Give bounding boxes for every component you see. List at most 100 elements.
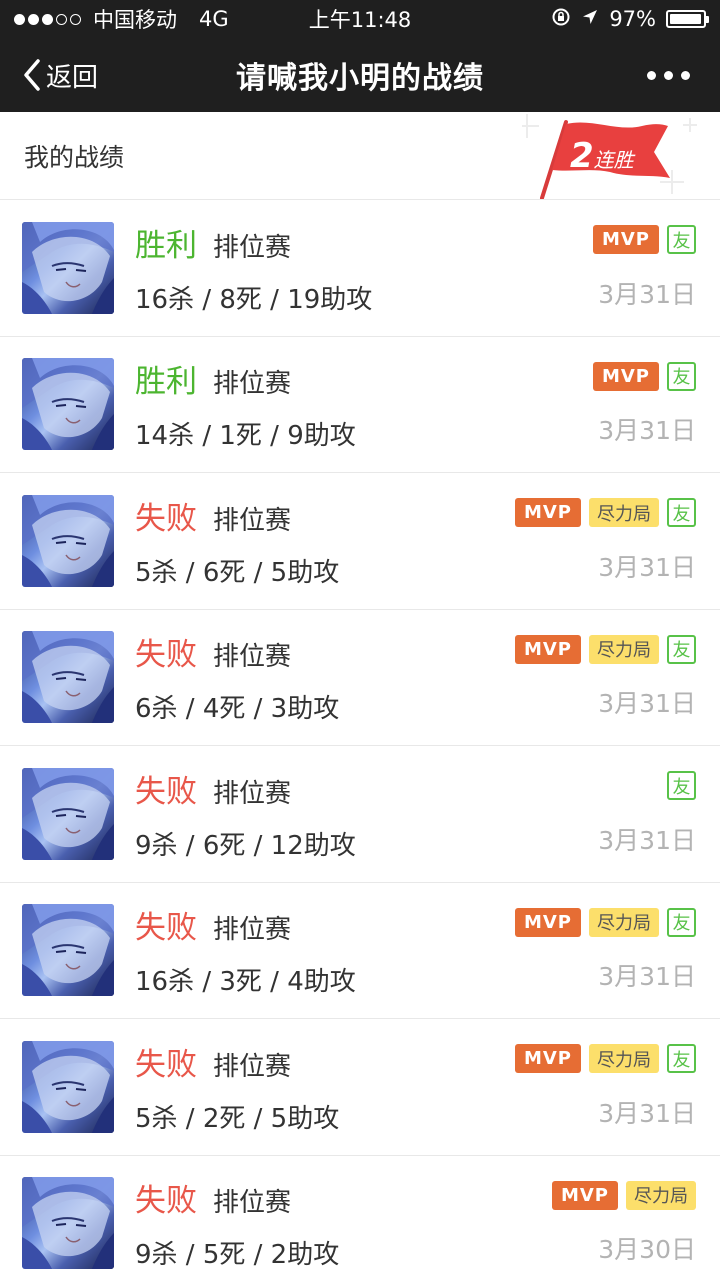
mvp-badge: MVP — [552, 1180, 618, 1210]
match-meta: MVP 尽力局友 3月31日 — [515, 610, 696, 746]
match-headline: 失败 排位赛 — [135, 766, 356, 811]
match-meta: MVP 尽力局友 3月31日 — [515, 883, 696, 1019]
match-mode: 排位赛 — [213, 505, 292, 536]
match-row[interactable]: 胜利 排位赛 16杀 / 8死 / 19助攻 MVP 友 3月31日 — [0, 200, 720, 337]
match-date: 3月31日 — [598, 825, 696, 855]
match-list: 胜利 排位赛 16杀 / 8死 / 19助攻 MVP 友 3月31日 胜利 排位… — [0, 200, 720, 1280]
status-bar-right: 97% — [551, 7, 709, 32]
mvp-badge: MVP — [515, 907, 581, 937]
mvp-badge: MVP — [515, 634, 581, 664]
match-row[interactable]: 失败 排位赛 6杀 / 4死 / 3助攻 MVP 尽力局友 3月31日 — [0, 610, 720, 746]
hero-avatar — [22, 1177, 114, 1270]
friend-badge: 友 — [667, 907, 696, 937]
hero-avatar — [22, 221, 114, 314]
match-result: 失败 — [135, 637, 197, 674]
location-arrow-icon — [581, 7, 599, 31]
hero-avatar — [22, 1040, 114, 1133]
match-headline: 失败 排位赛 — [135, 902, 356, 947]
streak-text: 2 连胜 — [570, 136, 634, 176]
match-mode: 排位赛 — [213, 642, 292, 673]
back-button[interactable]: 返回 — [0, 38, 98, 112]
kda-stats: 9杀 / 5死 / 2助攻 — [135, 1240, 340, 1271]
kda-stats: 16杀 / 8死 / 19助攻 — [135, 284, 373, 315]
match-row[interactable]: 失败 排位赛 9杀 / 5死 / 2助攻 MVP 尽力局 3月30日 — [0, 1156, 720, 1280]
match-row[interactable]: 失败 排位赛 5杀 / 2死 / 5助攻 MVP 尽力局友 3月31日 — [0, 1019, 720, 1156]
match-headline: 失败 排位赛 — [135, 1175, 339, 1220]
match-headline: 失败 排位赛 — [135, 629, 339, 674]
match-date: 3月30日 — [598, 1235, 696, 1265]
match-tags: MVP 友 — [593, 225, 696, 255]
match-tags: MVP 尽力局 — [552, 1180, 696, 1210]
match-info: 失败 排位赛 6杀 / 4死 / 3助攻 — [135, 629, 339, 725]
match-info: 失败 排位赛 5杀 / 6死 / 5助攻 — [135, 493, 339, 589]
match-mode: 排位赛 — [213, 778, 292, 809]
match-row[interactable]: 失败 排位赛 9杀 / 6死 / 12助攻 友 3月31日 — [0, 746, 720, 883]
carrier-name: 中国移动 — [93, 8, 177, 32]
match-info: 失败 排位赛 16杀 / 3死 / 4助攻 — [135, 902, 356, 998]
match-meta: MVP 尽力局友 3月31日 — [515, 1019, 696, 1155]
mvp-badge: MVP — [593, 361, 659, 391]
friend-badge: 友 — [667, 361, 696, 391]
friend-badge: 友 — [667, 1044, 696, 1074]
status-bar: 中国移动 4G 上午11:48 97% — [0, 0, 720, 38]
match-mode: 排位赛 — [213, 1051, 292, 1082]
section-title: 我的战绩 — [24, 142, 125, 172]
match-result: 失败 — [135, 773, 197, 810]
battery-level — [670, 14, 702, 24]
back-label: 返回 — [46, 62, 99, 93]
match-result: 失败 — [135, 1183, 197, 1220]
match-row[interactable]: 失败 排位赛 5杀 / 6死 / 5助攻 MVP 尽力局友 3月31日 — [0, 473, 720, 610]
network-type: 4G — [199, 7, 229, 31]
match-headline: 失败 排位赛 — [135, 493, 339, 538]
page-title: 请喊我小明的战绩 — [236, 61, 484, 96]
status-bar-left: 中国移动 4G — [14, 4, 229, 34]
friend-badge: 友 — [667, 225, 696, 255]
match-date: 3月31日 — [598, 1098, 696, 1128]
match-row[interactable]: 失败 排位赛 16杀 / 3死 / 4助攻 MVP 尽力局友 3月31日 — [0, 883, 720, 1019]
match-mode: 排位赛 — [213, 1188, 292, 1219]
section-header: 我的战绩 2 连胜 — [0, 112, 720, 200]
hero-avatar — [22, 631, 114, 724]
kda-stats: 5杀 / 2死 / 5助攻 — [135, 1103, 340, 1134]
hero-avatar — [22, 494, 114, 587]
match-tags: MVP 尽力局友 — [515, 907, 696, 937]
match-date: 3月31日 — [598, 962, 696, 992]
mvp-badge: MVP — [593, 225, 659, 255]
match-mode: 排位赛 — [213, 232, 292, 263]
match-date: 3月31日 — [598, 552, 696, 582]
match-tags: MVP 尽力局友 — [515, 634, 696, 664]
match-info: 失败 排位赛 5杀 / 2死 / 5助攻 — [135, 1039, 339, 1135]
streak-label: 连胜 — [593, 148, 634, 172]
effort-badge: 尽力局 — [626, 1180, 696, 1210]
friend-badge: 友 — [667, 771, 696, 801]
app-screen: 中国移动 4G 上午11:48 97% 返回 请喊我小明的战绩 我的战绩 2 连… — [0, 0, 720, 1280]
match-info: 胜利 排位赛 14杀 / 1死 / 9助攻 — [135, 356, 356, 452]
friend-badge: 友 — [667, 634, 696, 664]
match-row[interactable]: 胜利 排位赛 14杀 / 1死 / 9助攻 MVP 友 3月31日 — [0, 337, 720, 473]
kda-stats: 5杀 / 6死 / 5助攻 — [135, 557, 340, 588]
kda-stats: 14杀 / 1死 / 9助攻 — [135, 421, 356, 452]
match-date: 3月31日 — [598, 416, 696, 446]
match-headline: 胜利 排位赛 — [135, 220, 372, 265]
match-meta: MVP 友 3月31日 — [593, 200, 696, 336]
chevron-left-icon — [24, 59, 40, 91]
more-options-button[interactable] — [647, 61, 690, 90]
effort-badge: 尽力局 — [589, 498, 659, 528]
match-tags: MVP 友 — [593, 361, 696, 391]
match-headline: 失败 排位赛 — [135, 1039, 339, 1084]
match-meta: MVP 友 3月31日 — [593, 337, 696, 473]
match-meta: MVP 尽力局友 3月31日 — [515, 473, 696, 609]
match-result: 胜利 — [135, 364, 197, 401]
match-date: 3月31日 — [598, 279, 696, 309]
match-mode: 排位赛 — [213, 915, 292, 946]
kda-stats: 6杀 / 4死 / 3助攻 — [135, 694, 340, 725]
match-tags: 友 — [667, 771, 696, 801]
match-meta: 友 3月31日 — [598, 746, 696, 882]
match-result: 胜利 — [135, 227, 197, 264]
match-tags: MVP 尽力局友 — [515, 1044, 696, 1074]
match-mode: 排位赛 — [213, 369, 292, 400]
match-date: 3月31日 — [598, 689, 696, 719]
match-tags: MVP 尽力局友 — [515, 498, 696, 528]
match-info: 胜利 排位赛 16杀 / 8死 / 19助攻 — [135, 220, 372, 316]
streak-count: 2 — [570, 136, 594, 176]
